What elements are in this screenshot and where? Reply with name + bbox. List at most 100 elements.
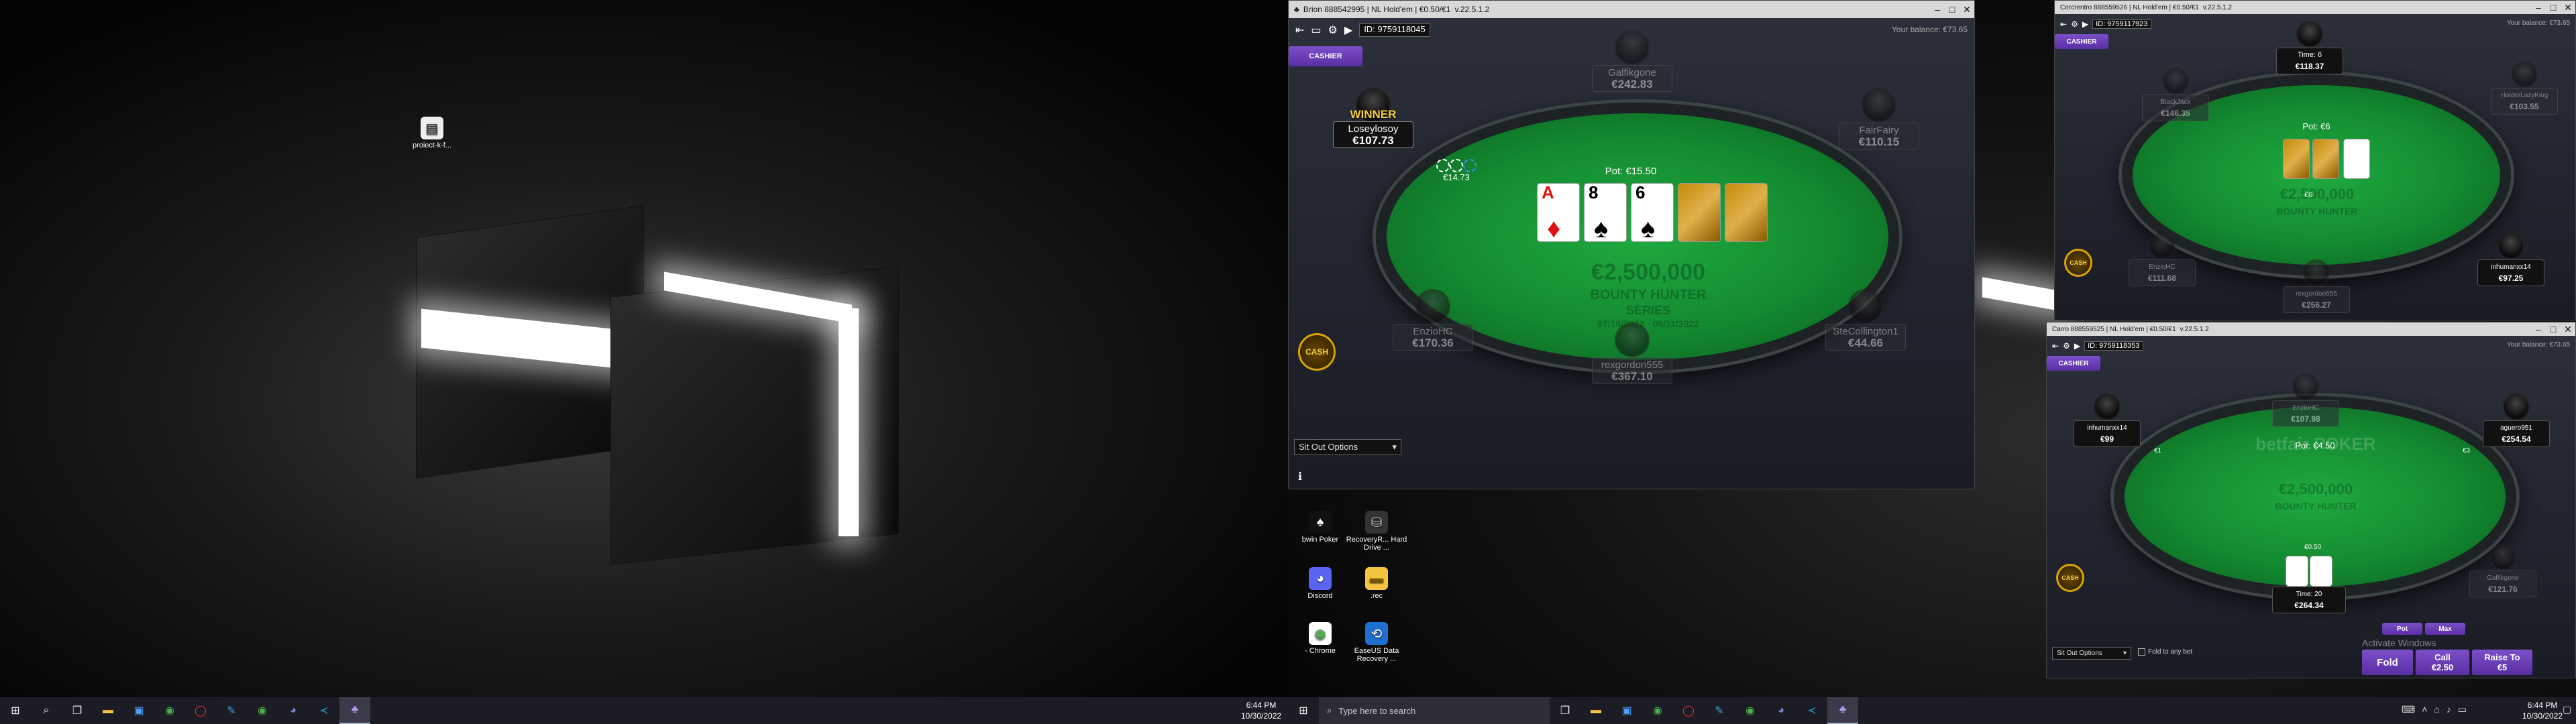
- opera-icon[interactable]: ◯: [185, 697, 216, 724]
- play-icon[interactable]: ▶: [2082, 19, 2088, 29]
- app-icon: ♣: [1294, 5, 1299, 14]
- discord-icon[interactable]: ◕: [278, 697, 309, 724]
- task-view-icon[interactable]: ❐: [1550, 697, 1580, 724]
- raise-button[interactable]: Raise To €5: [2472, 650, 2532, 675]
- poker-client-icon: ♠: [1309, 511, 1332, 534]
- sit-out-dropdown[interactable]: Sit Out Options ▾: [1294, 439, 1401, 455]
- battery-icon[interactable]: ▭: [2458, 704, 2467, 715]
- info-icon[interactable]: ℹ: [1298, 470, 1302, 483]
- player-name: EnzioHC: [2292, 404, 2319, 412]
- task-view-icon[interactable]: ❐: [62, 697, 93, 724]
- play-icon[interactable]: ▶: [2074, 341, 2080, 351]
- network-icon[interactable]: ⌂: [2434, 704, 2439, 715]
- chrome-icon[interactable]: ◉: [1735, 697, 1766, 724]
- sit-out-dropdown[interactable]: Sit Out Options ▾: [2052, 647, 2131, 660]
- seat-4[interactable]: rexgordon555 €256.27: [2283, 259, 2350, 313]
- close-icon[interactable]: ✕: [2561, 324, 2575, 335]
- discord-icon[interactable]: ◕: [1766, 697, 1796, 724]
- seat-6[interactable]: BlackJack €146.35: [2142, 68, 2209, 121]
- minimize-icon[interactable]: –: [2531, 324, 2546, 335]
- store-icon[interactable]: ▣: [123, 697, 154, 724]
- seat-1-active[interactable]: Time: 6 €118.37: [2276, 21, 2343, 74]
- vscode-icon[interactable]: ≺: [1796, 697, 1827, 724]
- maximize-icon[interactable]: □: [2546, 324, 2561, 335]
- taskbar-clock[interactable]: 6:44 PM 10/30/2022: [1241, 700, 1281, 721]
- desktop-icon-recovery[interactable]: ⛁ RecoveryR... Hard Drive ...: [1344, 511, 1409, 552]
- lobby-icon[interactable]: ⇤: [1295, 23, 1304, 37]
- poker-window-table-2[interactable]: Cercrentro 888559526 | NL Hold'em | €0.5…: [2054, 0, 2576, 320]
- vscode-icon[interactable]: ≺: [309, 697, 339, 724]
- windows-start-icon[interactable]: ⊞: [0, 697, 31, 724]
- fold-to-any-bet-checkbox[interactable]: Fold to any bet: [2138, 648, 2192, 656]
- maximize-icon[interactable]: □: [2546, 2, 2561, 13]
- cashier-button[interactable]: CASHIER: [2055, 34, 2108, 49]
- seat-2[interactable]: FairFairy €110.15: [1839, 88, 1919, 149]
- file-explorer-icon[interactable]: ▬: [93, 697, 123, 724]
- chrome-icon[interactable]: ◉: [1642, 697, 1673, 724]
- chat-icon[interactable]: ▭: [1311, 23, 1321, 37]
- taskbar-clock[interactable]: 6:44 PM 10/30/2022: [2522, 700, 2563, 721]
- seat-1[interactable]: Galfikgone €242.83: [1592, 30, 1672, 92]
- fold-button[interactable]: Fold: [2362, 650, 2413, 675]
- poker-app-icon[interactable]: ♣: [1827, 697, 1858, 724]
- play-icon[interactable]: ▶: [1344, 23, 1352, 37]
- chevron-up-icon[interactable]: ˄: [2422, 704, 2427, 715]
- search-icon[interactable]: ⌕: [31, 697, 62, 724]
- window-titlebar[interactable]: Cercrentro 888559526 | NL Hold'em | €0.5…: [2055, 1, 2575, 14]
- chrome-icon[interactable]: ◉: [247, 697, 278, 724]
- cashier-button[interactable]: CASHIER: [1289, 46, 1362, 66]
- window-title: Brion 888542995 | NL Hold'em | €0.50/€1: [1303, 5, 1451, 14]
- seat-3[interactable]: SteCollington1 €44.66: [1825, 289, 1906, 351]
- lobby-icon[interactable]: ⇤: [2060, 19, 2067, 29]
- desktop-icon-easeus[interactable]: ⟲ EaseUS Data Recovery ...: [1344, 622, 1409, 663]
- notification-icon[interactable]: ▢: [2563, 704, 2571, 715]
- seat-3[interactable]: Galfikgone €121.76: [2469, 544, 2536, 597]
- settings-icon[interactable]: ⚙: [2063, 341, 2070, 351]
- settings-icon[interactable]: ⚙: [2071, 19, 2078, 29]
- pot-size-button[interactable]: Pot: [2382, 623, 2422, 635]
- opera-icon[interactable]: ◯: [1673, 697, 1704, 724]
- windows-start-icon[interactable]: ⊞: [1288, 697, 1319, 724]
- seat-5[interactable]: EnzioHC €111.68: [2129, 233, 2196, 286]
- store-icon[interactable]: ▣: [1611, 697, 1642, 724]
- seat-1[interactable]: EnzioHC €107.98: [2272, 373, 2339, 427]
- volume-icon[interactable]: ♪: [2447, 704, 2451, 715]
- chrome-icon[interactable]: ◉: [154, 697, 185, 724]
- maximize-icon[interactable]: □: [1945, 4, 1960, 15]
- desktop-icon-chrome[interactable]: ◉ - Chrome: [1288, 622, 1352, 655]
- close-icon[interactable]: ✕: [1960, 4, 1974, 15]
- cashier-button[interactable]: CASHIER: [2047, 356, 2100, 371]
- search-box[interactable]: ⌕ Type here to search: [1319, 697, 1550, 724]
- call-button[interactable]: Call €2.50: [2416, 650, 2469, 675]
- seat-2[interactable]: HolderLazyKing €103.55: [2491, 61, 2558, 115]
- seat-3[interactable]: inhumanxx14 €97.25: [2477, 233, 2544, 286]
- poker-window-table-1[interactable]: ♣ Brion 888542995 | NL Hold'em | €0.50/€…: [1288, 0, 1975, 489]
- seat-2[interactable]: aguero951 €254.54: [2483, 394, 2550, 447]
- desktop-icon-rec-folder[interactable]: ▬ .rec: [1344, 567, 1409, 600]
- seat-5[interactable]: inhumanxx14 €99: [2074, 394, 2141, 447]
- file-explorer-icon[interactable]: ▬: [1580, 697, 1611, 724]
- minimize-icon[interactable]: –: [2531, 2, 2546, 13]
- settings-icon[interactable]: ⚙: [1328, 23, 1338, 37]
- player-stack: €118.37: [2295, 62, 2324, 71]
- lobby-icon[interactable]: ⇤: [2052, 341, 2059, 351]
- window-titlebar[interactable]: Carro 888559525 | NL Hold'em | €0.50/€1 …: [2047, 322, 2575, 336]
- checkbox-box[interactable]: [2138, 648, 2145, 656]
- seat-6-winner[interactable]: WINNER Loseylosoy €107.73: [1333, 88, 1413, 148]
- app-icon[interactable]: ✎: [216, 697, 247, 724]
- close-icon[interactable]: ✕: [2561, 2, 2575, 13]
- poker-app-icon[interactable]: ♣: [339, 697, 370, 724]
- desktop-icon-bwin[interactable]: ♠ bwin Poker: [1288, 511, 1352, 544]
- desktop-icon-file[interactable]: ▤ proiect-k-f...: [400, 117, 464, 149]
- keyboard-icon[interactable]: ⌨: [2402, 704, 2415, 715]
- seat-4[interactable]: rexgordon555 €367.10: [1592, 322, 1672, 384]
- poker-window-table-3[interactable]: Carro 888559525 | NL Hold'em | €0.50/€1 …: [2046, 322, 2576, 678]
- desktop-icon-discord[interactable]: ◕ Discord: [1288, 567, 1352, 600]
- seat-5[interactable]: EnzioHC €170.36: [1393, 289, 1473, 351]
- minimize-icon[interactable]: –: [1930, 4, 1945, 15]
- seat-4-hero[interactable]: Time: 20 €264.34: [2272, 556, 2346, 613]
- window-titlebar[interactable]: ♣ Brion 888542995 | NL Hold'em | €0.50/€…: [1289, 1, 1974, 18]
- hero-card-1: [2286, 556, 2308, 587]
- app-icon[interactable]: ✎: [1704, 697, 1735, 724]
- max-bet-button[interactable]: Max: [2425, 623, 2465, 635]
